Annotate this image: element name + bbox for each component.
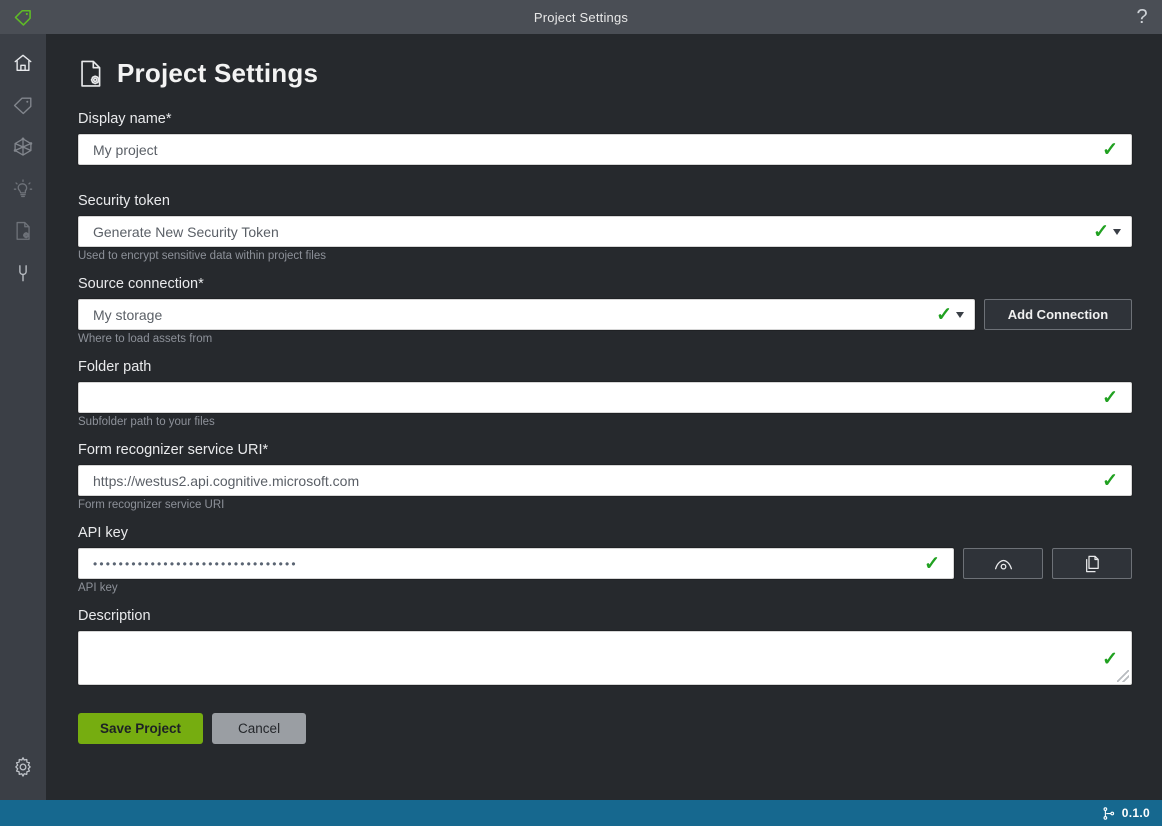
sidebar-item-project-settings[interactable] (0, 210, 46, 252)
copy-icon (1086, 555, 1099, 572)
home-icon (14, 54, 32, 72)
service-uri-input[interactable]: https://westus2.api.cognitive.microsoft.… (78, 465, 1132, 496)
valid-check-icon: ✓ (1102, 470, 1118, 491)
save-project-button[interactable]: Save Project (78, 713, 204, 744)
status-bar: 0.1.0 (0, 800, 1162, 826)
api-key-value: •••••••••••••••••••••••••••••••• (93, 556, 298, 571)
chevron-down-icon (1113, 228, 1121, 235)
source-connection-hint: Where to load assets from (78, 333, 213, 345)
tag-icon (13, 97, 32, 115)
git-branch-icon (1103, 806, 1114, 820)
description-label: Description (78, 608, 151, 624)
document-gear-icon (81, 60, 101, 87)
main-content: Project Settings Display name* My projec… (46, 34, 1162, 800)
sidebar (0, 34, 46, 800)
reveal-api-key-button[interactable] (963, 548, 1043, 579)
valid-check-icon: ✓ (924, 553, 940, 574)
eye-icon (994, 559, 1012, 570)
source-connection-label: Source connection* (78, 276, 204, 292)
valid-check-icon: ✓ (1102, 139, 1118, 160)
sidebar-item-tags[interactable] (0, 84, 46, 126)
folder-path-input[interactable]: ✓ (78, 382, 1132, 413)
display-name-label: Display name* (78, 111, 172, 127)
security-token-hint: Used to encrypt sensitive data within pr… (78, 250, 327, 262)
app-window: Project Settings ? Project Settings Disp… (0, 0, 1162, 826)
window-title: Project Settings (533, 9, 629, 25)
add-connection-button[interactable]: Add Connection (984, 299, 1132, 330)
service-uri-value: https://westus2.api.cognitive.microsoft.… (93, 472, 360, 489)
app-body: Project Settings Display name* My projec… (0, 34, 1162, 800)
graph-nodes-icon (13, 137, 33, 156)
api-key-input[interactable]: •••••••••••••••••••••••••••••••• ✓ (78, 548, 954, 579)
valid-check-icon: ✓ (1102, 387, 1118, 408)
service-uri-hint: Form recognizer service URI (78, 499, 225, 511)
folder-path-hint: Subfolder path to your files (78, 416, 215, 428)
api-key-row: •••••••••••••••••••••••••••••••• ✓ (78, 548, 1132, 579)
security-token-value: Generate New Security Token (93, 223, 279, 240)
field-folder-path: Folder path ✓ Subfolder path to your fil… (78, 359, 1132, 428)
service-uri-label: Form recognizer service URI* (78, 442, 269, 458)
field-description: Description ✓ (78, 608, 1132, 685)
sidebar-item-application-connection[interactable] (0, 252, 46, 294)
source-connection-row: My storage ✓ Add Connection (78, 299, 1132, 330)
security-token-select[interactable]: Generate New Security Token ✓ (78, 216, 1132, 247)
form-actions: Save Project Cancel (78, 713, 1132, 744)
plug-icon (19, 265, 27, 282)
folder-path-label: Folder path (78, 359, 152, 375)
valid-check-icon: ✓ (936, 304, 952, 325)
copy-api-key-button[interactable] (1052, 548, 1132, 579)
api-key-label: API key (78, 525, 128, 541)
app-logo (0, 0, 46, 34)
version-label: 0.1.0 (1121, 806, 1150, 820)
field-service-uri: Form recognizer service URI* https://wes… (78, 442, 1132, 511)
field-display-name: Display name* My project ✓ (78, 111, 1132, 165)
sidebar-item-train[interactable] (0, 168, 46, 210)
help-icon[interactable]: ? (1122, 0, 1162, 34)
resize-handle[interactable] (1117, 670, 1129, 682)
sidebar-item-connections[interactable] (0, 126, 46, 168)
sidebar-item-app-settings[interactable] (0, 746, 46, 788)
page-header: Project Settings (78, 58, 1130, 89)
valid-check-icon: ✓ (1093, 221, 1109, 242)
lightbulb-icon (13, 179, 33, 198)
gear-icon (15, 757, 31, 777)
display-name-input[interactable]: My project ✓ (78, 134, 1132, 165)
chevron-down-icon (956, 311, 964, 318)
title-bar: Project Settings ? (0, 0, 1162, 34)
sidebar-item-home[interactable] (0, 42, 46, 84)
api-key-hint: API key (78, 582, 118, 594)
source-connection-select[interactable]: My storage ✓ (78, 299, 975, 330)
description-textarea[interactable]: ✓ (78, 631, 1132, 685)
page-title: Project Settings (117, 58, 319, 88)
display-name-value: My project (93, 141, 158, 158)
cancel-button[interactable]: Cancel (212, 713, 307, 744)
security-token-label: Security token (78, 193, 170, 209)
project-settings-form: Display name* My project ✓ Security toke… (78, 111, 1132, 744)
field-source-connection: Source connection* My storage ✓ Add Conn… (78, 276, 1132, 345)
document-gear-icon (16, 221, 30, 240)
field-security-token: Security token Generate New Security Tok… (78, 193, 1132, 262)
valid-check-icon: ✓ (1102, 649, 1118, 670)
source-connection-value: My storage (93, 306, 163, 323)
field-api-key: API key ••••••••••••••••••••••••••••••••… (78, 525, 1132, 594)
